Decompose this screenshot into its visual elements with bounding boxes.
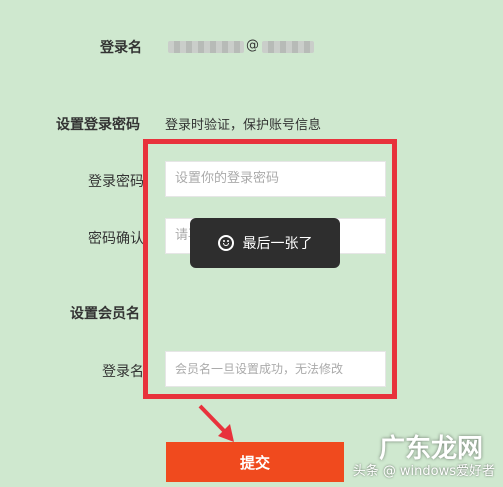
toast: 最后一张了 bbox=[190, 218, 340, 268]
password-section-label: 设置登录密码 bbox=[56, 117, 140, 133]
login-name-label: 登录名 bbox=[100, 40, 142, 56]
highlight-box bbox=[143, 139, 397, 399]
submit-button[interactable]: 提交 bbox=[166, 442, 344, 482]
redacted-username bbox=[168, 41, 244, 53]
arrow-icon bbox=[198, 404, 234, 442]
member-section-label: 设置会员名 bbox=[70, 306, 140, 322]
password-label: 登录密码 bbox=[88, 174, 144, 190]
confirm-label: 密码确认 bbox=[88, 231, 144, 247]
at-sign: @ bbox=[246, 38, 259, 53]
member-name-label: 登录名 bbox=[102, 364, 144, 380]
page: { "form": { "login_name_label": "登录名", "… bbox=[0, 0, 503, 487]
redacted-domain bbox=[262, 41, 314, 53]
watermark-brand: 广东龙网 bbox=[378, 434, 483, 464]
toast-text: 最后一张了 bbox=[242, 236, 313, 252]
password-section-hint: 登录时验证，保护账号信息 bbox=[165, 118, 322, 133]
smile-icon bbox=[217, 235, 234, 251]
